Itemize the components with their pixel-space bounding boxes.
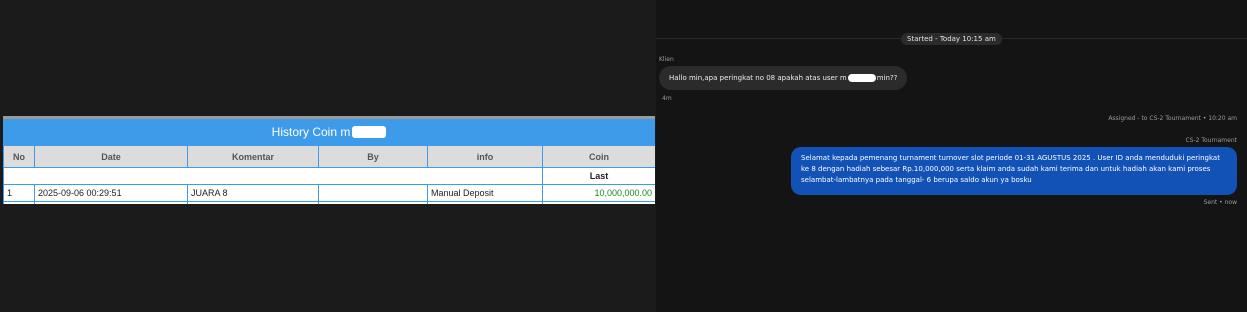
outgoing-message-status: Sent • now <box>1203 199 1237 206</box>
column-header-no: No <box>3 145 35 168</box>
table-row <box>3 201 655 204</box>
redacted-username <box>352 126 387 138</box>
cell-date: 2025-09-06 00:29:51 <box>34 184 188 202</box>
conversation-started-badge: Started - Today 10:15 am <box>901 33 1002 45</box>
table-subheader-row: Last <box>3 167 655 185</box>
agent-label: CS-2 Tournament <box>1185 137 1237 144</box>
coin-history-panel: History Coin m No Date Komentar By info … <box>0 0 656 312</box>
outgoing-message-text: Selamat kepada pemenang turnament turnov… <box>801 154 1220 184</box>
column-header-coin: Coin <box>542 145 655 168</box>
table-row: 1 2025-09-06 00:29:51 JUARA 8 Manual Dep… <box>3 184 655 202</box>
column-header-by: By <box>318 145 428 168</box>
cell-coin: 10,000,000.00 <box>542 184 655 202</box>
incoming-message-time: 4m <box>662 95 672 102</box>
column-header-info: info <box>427 145 543 168</box>
cell-info: Manual Deposit <box>427 184 543 202</box>
coin-history-table-container: History Coin m No Date Komentar By info … <box>3 116 655 204</box>
column-header-date: Date <box>34 145 188 168</box>
table-header-row: No Date Komentar By info Coin <box>3 145 655 168</box>
cell-no: 1 <box>3 184 35 202</box>
incoming-message-bubble: Hallo min,apa peringkat no 08 apakah ata… <box>659 66 908 90</box>
coin-history-table: No Date Komentar By info Coin Last 1 202… <box>3 145 655 204</box>
sender-label: Klien <box>659 56 674 63</box>
assigned-status: Assigned - to CS-2 Tournament • 10:20 am <box>1108 115 1237 122</box>
cell-by <box>318 184 428 202</box>
cell-komentar: JUARA 8 <box>187 184 319 202</box>
redacted-username <box>847 74 876 82</box>
coin-last-label: Last <box>542 167 655 185</box>
coin-history-title: History Coin m <box>3 119 655 145</box>
outgoing-message-bubble: Selamat kepada pemenang turnament turnov… <box>791 147 1237 195</box>
chat-panel: Started - Today 10:15 am Klien Hallo min… <box>656 0 1247 312</box>
coin-history-title-text: History Coin m <box>271 125 351 139</box>
subheader-spacer <box>3 167 543 185</box>
column-header-komentar: Komentar <box>187 145 319 168</box>
incoming-message-text-end: min?? <box>876 74 898 82</box>
incoming-message-text-start: Hallo min,apa peringkat no 08 apakah ata… <box>669 74 847 82</box>
